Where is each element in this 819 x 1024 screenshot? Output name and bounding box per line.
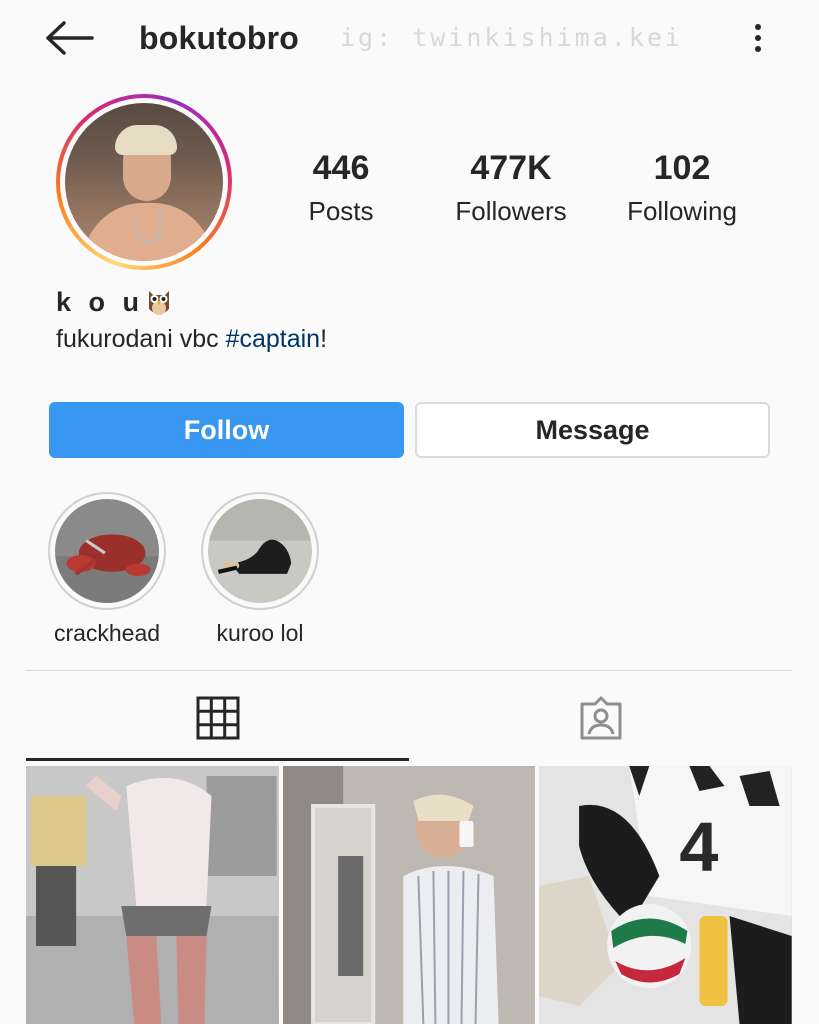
- bio-suffix: !: [320, 325, 328, 353]
- mirror-selfie-post[interactable]: [282, 766, 536, 1024]
- tab-tagged[interactable]: [409, 674, 792, 762]
- grid-icon: [196, 696, 239, 740]
- active-tab-indicator: [26, 758, 409, 761]
- highlight-crackhead-thumbnail: [55, 499, 159, 603]
- stat-followers[interactable]: 477K Followers: [436, 148, 586, 228]
- avatar-photo: [65, 103, 223, 261]
- highlight-kuroo-lol[interactable]: kuroo lol: [201, 492, 319, 646]
- back-button[interactable]: [44, 16, 96, 60]
- followers-count: 477K: [470, 149, 552, 187]
- posts-grid: 4: [26, 766, 793, 1024]
- section-divider: [26, 670, 792, 671]
- message-button[interactable]: Message: [415, 402, 770, 458]
- highlight-kuroo-thumbnail: [208, 499, 312, 603]
- more-options-button[interactable]: [740, 16, 776, 60]
- gym-selfie-post[interactable]: [26, 766, 279, 1024]
- following-label: Following: [627, 196, 737, 226]
- owl-icon: [146, 287, 172, 317]
- highlight-crackhead-label: crackhead: [53, 620, 161, 646]
- bio-hashtag-link[interactable]: #captain: [226, 325, 321, 353]
- profile-avatar[interactable]: [56, 94, 232, 270]
- volleyball-jersey-image: 4: [539, 766, 793, 1024]
- following-count: 102: [653, 149, 711, 187]
- volleyball-jersey-post[interactable]: 4: [539, 766, 793, 1024]
- arrow-left-icon: [46, 21, 94, 55]
- posts-label: Posts: [308, 196, 374, 226]
- posts-count: 446: [312, 149, 370, 187]
- mirror-selfie-image: [282, 766, 536, 1024]
- stat-posts: 446 Posts: [266, 148, 416, 228]
- top-bar: bokutobro ig: twinkishima.kei: [0, 0, 819, 76]
- profile-display-name: k o u: [56, 285, 172, 319]
- tab-posts-grid[interactable]: [26, 674, 409, 762]
- more-vertical-icon: [755, 24, 761, 30]
- gym-selfie-image: [26, 766, 279, 1024]
- highlight-kuroo-label: kuroo lol: [216, 620, 304, 646]
- profile-bio: fukurodani vbc #captain!: [56, 322, 327, 356]
- highlight-crackhead[interactable]: crackhead: [48, 492, 166, 646]
- watermark-text: ig: twinkishima.kei: [340, 23, 683, 52]
- svg-text:4: 4: [680, 808, 719, 886]
- follow-button[interactable]: Follow: [49, 402, 404, 458]
- bio-text: fukurodani vbc: [56, 325, 226, 353]
- followers-label: Followers: [455, 196, 567, 226]
- tagged-person-icon: [580, 696, 621, 740]
- profile-username: bokutobro: [139, 20, 299, 56]
- stat-following[interactable]: 102 Following: [607, 148, 757, 228]
- display-name-text: k o u: [56, 287, 145, 317]
